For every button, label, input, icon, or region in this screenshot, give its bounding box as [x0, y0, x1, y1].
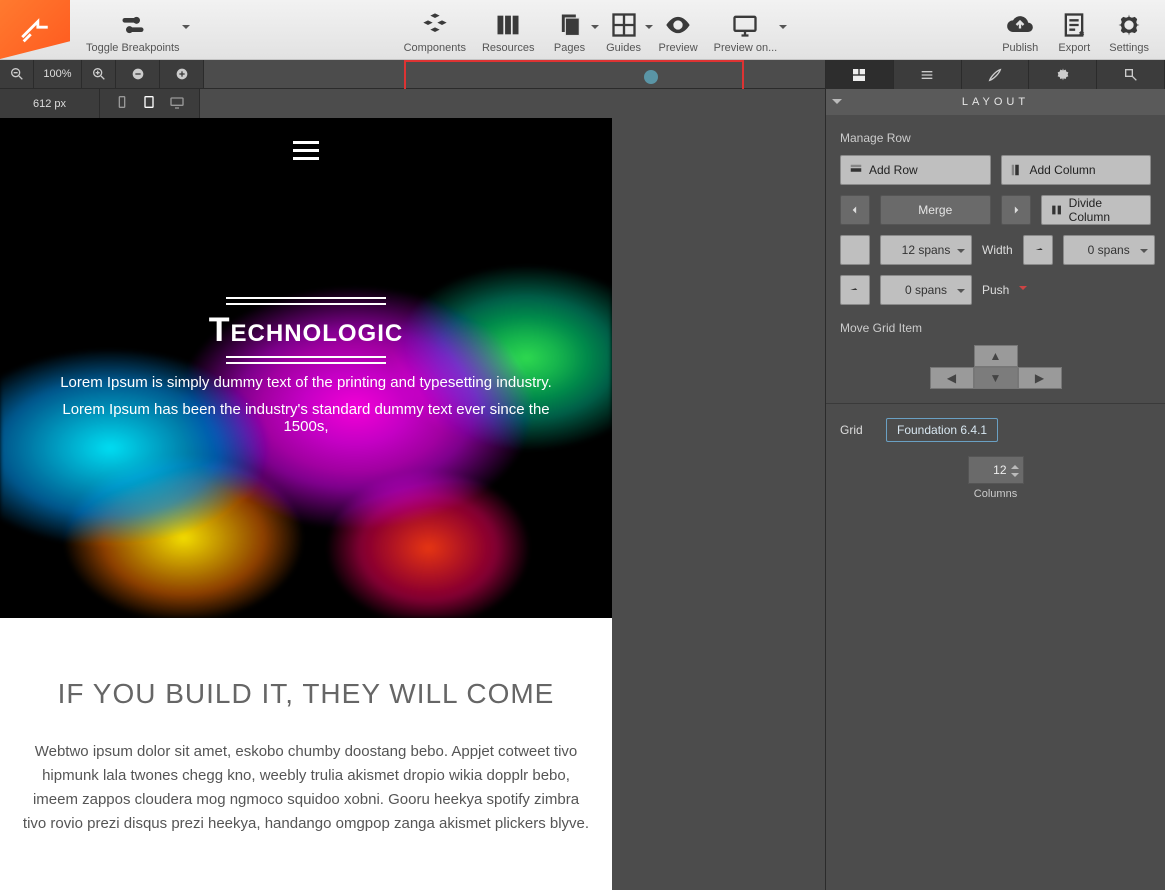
push-spans-select[interactable]: 0 spans — [880, 275, 972, 305]
tab-inspect-icon[interactable] — [1097, 60, 1165, 89]
canvas-width-value: 612 px — [0, 89, 100, 118]
push-label: Push — [982, 283, 1009, 297]
zoom-out-fit-button[interactable] — [0, 60, 34, 88]
top-toolbar: Toggle Breakpoints Components Resources … — [0, 0, 1165, 60]
columns-label: Columns — [840, 488, 1151, 500]
width-label: Width — [982, 243, 1013, 257]
zoom-bar: 100% — [0, 60, 825, 89]
resources-button[interactable]: Resources — [474, 1, 543, 59]
tab-list-icon[interactable] — [894, 60, 962, 89]
tab-layout-icon[interactable] — [826, 60, 894, 89]
preview-on-button[interactable]: Preview on... — [706, 1, 786, 59]
merge-right-button[interactable] — [1001, 195, 1031, 225]
components-button[interactable]: Components — [396, 1, 474, 59]
move-up-button[interactable]: ▲ — [974, 345, 1018, 367]
panel-title-label: LAYOUT — [962, 96, 1029, 108]
chevron-down-icon — [832, 99, 842, 109]
step-up-icon[interactable] — [1011, 461, 1019, 469]
push-icon — [840, 275, 870, 305]
zoom-minus-button[interactable] — [116, 60, 160, 88]
add-column-button[interactable]: Add Column — [1001, 155, 1152, 185]
hero-paragraph-1[interactable]: Lorem Ipsum is simply dummy text of the … — [60, 374, 552, 391]
breakpoint-ruler[interactable] — [204, 60, 825, 88]
grid-label: Grid — [840, 423, 876, 437]
size-bar: 612 px — [0, 89, 825, 118]
components-label: Components — [404, 42, 466, 54]
add-row-label: Add Row — [869, 163, 918, 177]
preview-on-label: Preview on... — [714, 42, 778, 54]
device-phone-icon[interactable] — [114, 94, 130, 113]
width-spans-select[interactable]: 12 spans — [880, 235, 972, 265]
tab-gear-icon[interactable] — [1029, 60, 1097, 89]
zoom-plus-button[interactable] — [160, 60, 204, 88]
zoom-in-fit-button[interactable] — [82, 60, 116, 88]
toggle-breakpoints-label: Toggle Breakpoints — [86, 42, 180, 54]
merge-label: Merge — [918, 203, 952, 217]
caret-down-icon — [779, 25, 787, 33]
breakpoint-dot[interactable] — [644, 70, 658, 84]
move-grid-label: Move Grid Item — [840, 321, 1151, 335]
tab-brush-icon[interactable] — [962, 60, 1030, 89]
preview-label: Preview — [659, 42, 698, 54]
caret-down-icon — [182, 25, 190, 33]
right-panel: LAYOUT Manage Row Add Row Add Column Mer… — [825, 60, 1165, 890]
offset-icon — [1023, 235, 1053, 265]
hero-title[interactable]: Technologic — [60, 311, 552, 350]
export-button[interactable]: Export — [1047, 1, 1101, 59]
publish-button[interactable]: Publish — [993, 1, 1047, 59]
panel-tabs — [826, 60, 1165, 89]
zoom-value[interactable]: 100% — [34, 60, 82, 88]
export-label: Export — [1058, 42, 1090, 54]
grid-framework-select[interactable]: Foundation 6.4.1 — [886, 418, 998, 442]
device-icons — [100, 89, 200, 118]
merge-left-button[interactable] — [840, 195, 870, 225]
move-right-button[interactable]: ▶ — [1018, 367, 1062, 389]
columns-number-input[interactable]: 12 — [968, 456, 1024, 484]
push-dropdown-caret-icon[interactable] — [1019, 286, 1027, 294]
panel-title[interactable]: LAYOUT — [826, 89, 1165, 115]
settings-label: Settings — [1109, 42, 1149, 54]
guides-label: Guides — [606, 42, 641, 54]
merge-button[interactable]: Merge — [880, 195, 991, 225]
resources-label: Resources — [482, 42, 535, 54]
width-icon — [840, 235, 870, 265]
toggle-breakpoints-button[interactable]: Toggle Breakpoints — [78, 1, 188, 59]
pages-button[interactable]: Pages — [543, 1, 597, 59]
design-canvas[interactable]: Technologic Lorem Ipsum is simply dummy … — [0, 118, 612, 890]
section-body[interactable]: Webtwo ipsum dolor sit amet, eskobo chum… — [20, 740, 592, 836]
add-row-button[interactable]: Add Row — [840, 155, 991, 185]
divide-column-label: Divide Column — [1069, 196, 1142, 224]
app-logo[interactable] — [0, 0, 70, 59]
divide-column-button[interactable]: Divide Column — [1041, 195, 1152, 225]
settings-button[interactable]: Settings — [1101, 1, 1157, 59]
hero-section[interactable]: Technologic Lorem Ipsum is simply dummy … — [0, 118, 612, 618]
move-grid-controls: ▲ ◀ ▼ ▶ — [840, 345, 1151, 389]
manage-row-label: Manage Row — [840, 131, 1151, 145]
move-down-button[interactable]: ▼ — [974, 367, 1018, 389]
guides-button[interactable]: Guides — [597, 1, 651, 59]
pages-label: Pages — [554, 42, 585, 54]
device-tablet-icon[interactable] — [141, 94, 157, 113]
offset-spans-select[interactable]: 0 spans — [1063, 235, 1155, 265]
add-column-label: Add Column — [1030, 163, 1096, 177]
section-heading[interactable]: IF YOU BUILD IT, THEY WILL COME — [20, 678, 592, 710]
content-section[interactable]: IF YOU BUILD IT, THEY WILL COME Webtwo i… — [0, 618, 612, 890]
step-down-icon[interactable] — [1011, 473, 1019, 481]
preview-button[interactable]: Preview — [651, 1, 706, 59]
move-left-button[interactable]: ◀ — [930, 367, 974, 389]
publish-label: Publish — [1002, 42, 1038, 54]
device-desktop-icon[interactable] — [169, 94, 185, 113]
hero-paragraph-2[interactable]: Lorem Ipsum has been the industry's stan… — [60, 401, 552, 435]
